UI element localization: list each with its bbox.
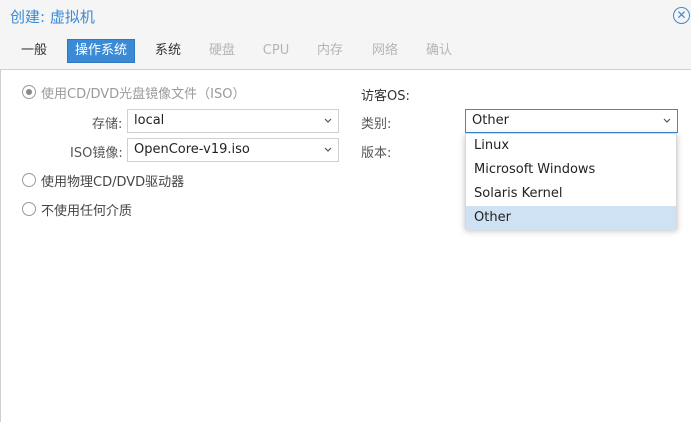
- iso-image-label: ISO镜像:: [70, 146, 123, 161]
- chevron-down-icon: [663, 118, 671, 123]
- physical-drive-label: 使用物理CD/DVD驱动器: [41, 174, 185, 190]
- iso-image-select[interactable]: OpenCore-v19.iso: [127, 138, 339, 162]
- tab-network: 网络: [371, 43, 398, 58]
- os-type-select[interactable]: Other: [465, 109, 678, 133]
- dropdown-option-solaris[interactable]: Solaris Kernel: [466, 182, 676, 206]
- os-type-label: 类别:: [361, 117, 392, 132]
- iso-radio-option[interactable]: 使用CD/DVD光盘镜像文件（ISO）: [22, 83, 246, 102]
- iso-radio-label: 使用CD/DVD光盘镜像文件（ISO）: [41, 86, 246, 102]
- tab-general[interactable]: 一般: [14, 39, 54, 63]
- storage-value: local: [134, 113, 165, 128]
- chevron-down-icon: [324, 118, 332, 123]
- radio-unchecked-icon[interactable]: [22, 202, 36, 216]
- os-version-label: 版本:: [361, 146, 392, 161]
- tab-system[interactable]: 系统: [148, 39, 188, 63]
- tab-confirm: 确认: [425, 43, 452, 58]
- dropdown-option-other[interactable]: Other: [466, 206, 676, 230]
- dropdown-option-windows[interactable]: Microsoft Windows: [466, 158, 676, 182]
- os-type-dropdown: Linux Microsoft Windows Solaris Kernel O…: [465, 133, 677, 230]
- window-title: 创建: 虚拟机: [10, 8, 95, 26]
- tab-disk: 硬盘: [208, 43, 235, 58]
- chevron-down-icon: [324, 147, 332, 152]
- wizard-tabbar: 一般 操作系统 系统 硬盘 CPU 内存 网络 确认: [0, 32, 691, 70]
- storage-select[interactable]: local: [127, 109, 339, 133]
- dropdown-option-linux[interactable]: Linux: [466, 134, 676, 158]
- close-icon[interactable]: ✕: [673, 7, 690, 24]
- no-media-radio-option[interactable]: 不使用任何介质: [22, 200, 133, 219]
- no-media-label: 不使用任何介质: [41, 203, 133, 219]
- storage-label: 存储:: [92, 117, 123, 132]
- radio-unchecked-icon[interactable]: [22, 173, 36, 187]
- tab-cpu: CPU: [262, 43, 290, 58]
- guest-os-title: 访客OS:: [361, 89, 410, 104]
- iso-image-value: OpenCore-v19.iso: [134, 142, 250, 157]
- window-titlebar: 创建: 虚拟机 ✕: [0, 0, 691, 32]
- os-type-value: Other: [472, 113, 509, 128]
- physical-drive-radio-option[interactable]: 使用物理CD/DVD驱动器: [22, 171, 185, 190]
- tab-os[interactable]: 操作系统: [67, 39, 135, 63]
- tab-memory: 内存: [316, 43, 343, 58]
- radio-checked-icon[interactable]: [22, 85, 36, 99]
